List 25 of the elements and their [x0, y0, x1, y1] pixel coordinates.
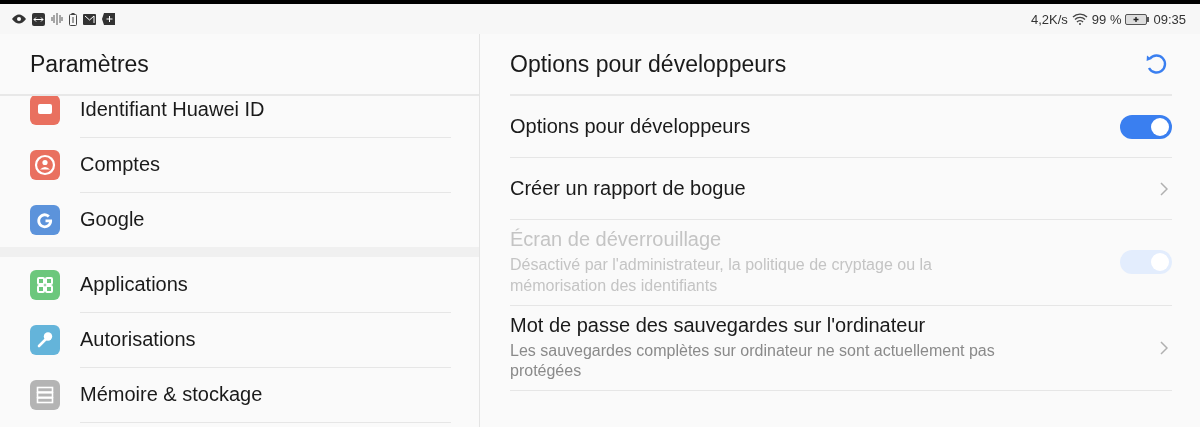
setting-description: Les sauvegardes complètes sur ordinateur ne sont actuellement pas protégées — [510, 340, 996, 382]
toggle-switch[interactable] — [1120, 114, 1172, 139]
message-icon — [102, 13, 115, 25]
vibrate-icon — [51, 13, 63, 25]
remote-app-icon — [32, 12, 45, 26]
chevron-right-icon — [1160, 181, 1168, 196]
setting-title[interactable]: Options pour développeurs — [510, 115, 1100, 138]
sidebar-item[interactable]: Applications — [80, 272, 188, 296]
sidebar-item[interactable]: Identifiant Huawei ID — [80, 97, 265, 121]
sidebar-item[interactable]: Autorisations — [80, 327, 196, 351]
page-title: Options pour développeurs — [510, 50, 787, 78]
setting-title[interactable]: Créer un rapport de bogue — [510, 177, 1140, 200]
sidebar-item[interactable]: Mémoire & stockage — [80, 382, 263, 406]
battery-icon — [69, 12, 77, 26]
sidebar-item[interactable]: Comptes — [80, 152, 161, 176]
network-speed: 4,2K/s — [1030, 11, 1068, 27]
clock: 09:35 — [1153, 11, 1186, 27]
eye-icon — [12, 14, 26, 24]
mail-icon — [83, 13, 96, 25]
battery-percent: 99 % — [1091, 11, 1122, 27]
wifi-icon — [1071, 13, 1088, 25]
setting-title[interactable]: Mot de passe des sauvegardes sur l'ordinateur — [510, 313, 1140, 337]
chevron-right-icon — [1160, 340, 1168, 355]
sidebar-title: Paramètres — [30, 50, 149, 78]
sidebar-item[interactable]: Google — [80, 208, 145, 231]
